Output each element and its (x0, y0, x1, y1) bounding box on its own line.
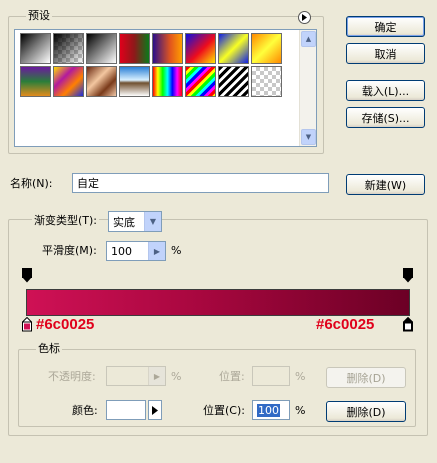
delete-color-stop-button[interactable]: 删除(D) (326, 401, 406, 422)
preset-swatch-red-green[interactable] (119, 33, 150, 64)
opacity-stop-left-icon[interactable] (22, 268, 32, 286)
name-input[interactable]: 自定 (72, 173, 329, 193)
preset-swatch-black-white[interactable] (86, 33, 117, 64)
opacity-label: 不透明度: (48, 370, 96, 383)
color-location-value: 100 (257, 403, 280, 417)
smoothness-popup-arrow-icon[interactable]: ▶ (148, 242, 165, 260)
smoothness-unit: % (171, 244, 182, 257)
preset-scrollbar[interactable]: ▲ ▼ (299, 30, 316, 146)
color-label: 颜色: (72, 404, 98, 417)
presets-legend: 预设 (26, 9, 52, 22)
smoothness-value: 100 (111, 244, 132, 258)
color-stop-right-icon[interactable] (402, 316, 414, 335)
opacity-input: ▶ (106, 366, 166, 386)
gradient-type-value: 实底 (113, 215, 135, 229)
gradient-type-label: 渐变类型(T): (32, 214, 100, 228)
color-location-input[interactable]: 100 (252, 400, 290, 420)
preset-swatch-blue-red-yellow[interactable] (185, 33, 216, 64)
preset-swatch-copper[interactable] (86, 66, 117, 97)
new-button[interactable]: 新建(W) (346, 174, 425, 195)
opacity-popup-arrow-icon: ▶ (148, 367, 165, 385)
preset-swatch-orange-yellow-orange[interactable] (251, 33, 282, 64)
preset-swatch-foreground-to-background[interactable] (20, 33, 51, 64)
smoothness-label: 平滑度(M): (42, 244, 97, 257)
cancel-button[interactable]: 取消 (346, 43, 425, 64)
chevron-down-icon[interactable]: ▼ (144, 212, 161, 231)
scroll-up-arrow-icon[interactable]: ▲ (301, 31, 316, 47)
color-location-label: 位置(C): (203, 404, 245, 417)
opacity-location-label: 位置: (219, 370, 245, 383)
gradient-preview-bar[interactable] (26, 289, 410, 316)
stop-color-swatch[interactable] (106, 400, 146, 420)
color-location-unit: % (295, 404, 306, 417)
preset-swatch-spectrum[interactable] (152, 66, 183, 97)
presets-menu-icon[interactable] (298, 11, 311, 24)
opacity-stop-right-icon[interactable] (403, 268, 413, 286)
save-button[interactable]: 存储(S)... (346, 107, 425, 128)
preset-swatch-violet-orange[interactable] (152, 33, 183, 64)
color-stop-left-icon[interactable] (21, 316, 33, 335)
delete-opacity-stop-button: 删除(D) (326, 367, 406, 388)
preset-swatch-blue-yellow-blue[interactable] (218, 33, 249, 64)
name-label: 名称(N): (10, 177, 53, 190)
preset-swatch-yellow-violet-orange-blue[interactable] (53, 66, 84, 97)
left-stop-color-label: #6c0025 (36, 316, 95, 333)
opacity-location-input (252, 366, 290, 386)
opacity-unit: % (171, 370, 182, 383)
preset-swatch-transparent-stripes[interactable] (218, 66, 249, 97)
ok-button[interactable]: 确定 (346, 16, 425, 37)
color-stops-legend: 色标 (36, 342, 62, 355)
color-menu-arrow-icon[interactable] (148, 400, 162, 420)
gradient-type-select[interactable]: 实底 ▼ (108, 211, 162, 232)
right-stop-color-label: #6c0025 (316, 316, 375, 333)
preset-swatch-transparent-checker[interactable] (251, 66, 282, 97)
load-button[interactable]: 载入(L)... (346, 80, 425, 101)
smoothness-input[interactable]: 100 ▶ (106, 241, 166, 261)
preset-swatch-chrome[interactable] (119, 66, 150, 97)
preset-swatch-foreground-to-transparent[interactable] (53, 33, 84, 64)
preset-swatch-panel[interactable]: ▲ ▼ (14, 29, 317, 147)
scroll-down-arrow-icon[interactable]: ▼ (301, 129, 316, 145)
preset-swatch-violet-green-orange[interactable] (20, 66, 51, 97)
preset-swatch-transparent-rainbow[interactable] (185, 66, 216, 97)
opacity-location-unit: % (295, 370, 306, 383)
